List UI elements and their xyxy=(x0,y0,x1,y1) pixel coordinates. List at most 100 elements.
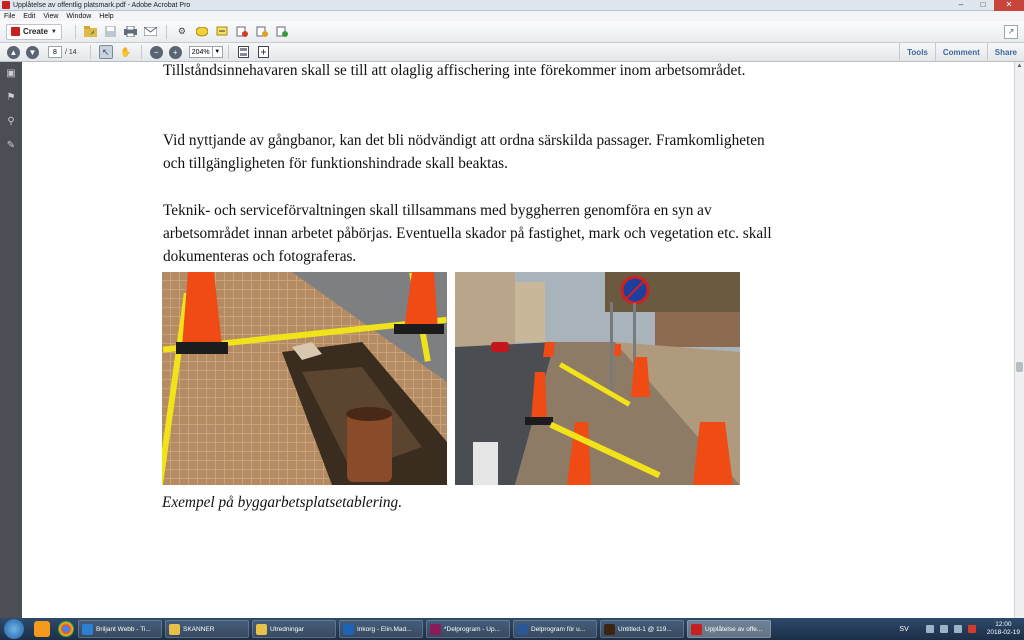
task-label: Upplåtelse av offe... xyxy=(705,625,763,633)
taskbar-item-outlook[interactable]: Inkorg - Elin.Mad... xyxy=(339,620,423,638)
taskbar-item-illustrator[interactable]: Untitled-1 @ 119... xyxy=(600,620,684,638)
fit-page-icon[interactable] xyxy=(257,45,271,59)
indesign-icon xyxy=(430,623,441,635)
maximize-button[interactable]: □ xyxy=(972,0,994,11)
save-icon[interactable] xyxy=(104,25,118,39)
outlook-icon xyxy=(343,623,354,635)
page-number-input[interactable]: 8 xyxy=(48,46,62,58)
zoom-out-button[interactable]: − xyxy=(149,45,163,59)
menu-help[interactable]: Help xyxy=(99,13,113,20)
toolbar-divider xyxy=(227,45,229,59)
title-bar: Upplåtelse av offentlig platsmark.pdf - … xyxy=(0,0,1024,11)
photo-street-cones xyxy=(455,272,740,485)
language-indicator[interactable]: SV xyxy=(899,626,908,633)
create-icon xyxy=(11,27,20,36)
taskbar-item-acrobat[interactable]: Upplåtelse av offe... xyxy=(687,620,771,638)
folder-icon xyxy=(256,623,267,635)
main-toolbar: Create ▼ ⚙ ↗ xyxy=(0,21,1024,43)
scroll-up-arrow-icon[interactable]: ▲ xyxy=(1015,62,1024,71)
navigation-pane: ▣ ⚑ ⚲ ✎ xyxy=(0,62,22,618)
zoom-dropdown-icon[interactable]: ▼ xyxy=(212,46,223,58)
task-label: Untitled-1 @ 119... xyxy=(618,625,672,633)
illustrator-icon xyxy=(604,623,615,635)
comment-bubble-icon[interactable] xyxy=(195,25,209,39)
scroll-thumb[interactable] xyxy=(1016,362,1023,372)
windows-taskbar: Briljant Webb - Ti... SKANNER Utredninga… xyxy=(0,618,1024,640)
settings-gear-icon[interactable]: ⚙ xyxy=(175,25,189,39)
media-player-pin-icon[interactable] xyxy=(34,621,50,637)
clock-date: 2018-02-19 xyxy=(986,629,1020,636)
network-icon[interactable] xyxy=(939,625,948,633)
task-label: SKANNER xyxy=(183,625,215,633)
panel-links: Tools Comment Share xyxy=(899,43,1024,62)
toolbar-divider xyxy=(140,45,142,59)
share-pane-link[interactable]: Share xyxy=(986,43,1024,62)
toolbar-divider xyxy=(89,45,91,59)
taskbar-item-folder-utredningar[interactable]: Utredningar xyxy=(252,620,336,638)
email-icon[interactable] xyxy=(144,25,158,39)
page-total: / 14 xyxy=(65,48,77,56)
task-label: Utredningar xyxy=(270,625,304,633)
signatures-icon[interactable]: ✎ xyxy=(5,140,17,152)
menu-edit[interactable]: Edit xyxy=(23,13,35,20)
start-button[interactable] xyxy=(4,619,24,639)
select-cursor-icon[interactable]: ↖ xyxy=(98,45,113,59)
close-button[interactable]: ✕ xyxy=(994,0,1024,11)
toolbar-divider xyxy=(74,24,76,39)
document-view[interactable]: Tillståndsinnehavaren skall se till att … xyxy=(22,62,1014,618)
figure-caption: Exempel på byggarbetsplatsetablering. xyxy=(162,494,403,511)
paragraph-1: Tillståndsinnehavaren skall se till att … xyxy=(163,62,746,79)
zoom-in-button[interactable]: + xyxy=(168,45,182,59)
taskbar-item-indesign[interactable]: *Delprogram - Up... xyxy=(426,620,510,638)
photo-sidewalk-excavation xyxy=(162,272,447,485)
clock[interactable]: 12:00 2018-02-19 xyxy=(987,621,1020,637)
navigation-toolbar: ▲ ▼ 8 / 14 ↖ ✋ − + 204% ▼ Tools Comment … xyxy=(0,43,1024,62)
volume-icon[interactable] xyxy=(953,625,962,633)
word-icon xyxy=(517,623,528,635)
tools-pane-link[interactable]: Tools xyxy=(899,43,935,62)
ie-icon xyxy=(82,623,93,635)
comment-pane-link[interactable]: Comment xyxy=(934,43,987,62)
highlight-icon[interactable] xyxy=(215,25,229,39)
bookmarks-icon[interactable]: ⚑ xyxy=(5,92,17,104)
fullscreen-icon[interactable]: ↗ xyxy=(1004,25,1018,39)
taskbar-item-word[interactable]: Delprogram för u... xyxy=(513,620,597,638)
menu-window[interactable]: Window xyxy=(66,13,91,20)
clock-time: 12:00 xyxy=(995,621,1012,628)
page-thumbnails-icon[interactable]: ▣ xyxy=(5,68,17,80)
previous-page-button[interactable]: ▲ xyxy=(7,45,20,59)
toolbar-divider xyxy=(165,24,167,39)
menu-bar: File Edit View Window Help xyxy=(0,11,1024,21)
vertical-scrollbar[interactable]: ▲ xyxy=(1014,62,1024,618)
zoom-level-input[interactable]: 204% xyxy=(188,46,213,58)
folder-icon xyxy=(169,623,180,635)
attach-file-icon[interactable] xyxy=(255,25,269,39)
open-folder-icon[interactable] xyxy=(84,25,98,39)
taskbar-item-ie[interactable]: Briljant Webb - Ti... xyxy=(78,620,162,638)
chevron-down-icon: ▼ xyxy=(50,28,57,35)
sign-icon[interactable] xyxy=(275,25,289,39)
task-label: Briljant Webb - Ti... xyxy=(96,625,151,633)
menu-view[interactable]: View xyxy=(43,13,58,20)
chrome-pin-icon[interactable] xyxy=(58,621,74,637)
taskbar-item-folder-skanner[interactable]: SKANNER xyxy=(165,620,249,638)
minimize-button[interactable]: – xyxy=(950,0,972,11)
paragraph-3: Teknik- och serviceförvaltningen skall t… xyxy=(163,202,772,265)
tray-arrow-icon[interactable] xyxy=(925,625,934,633)
scroll-mode-icon[interactable] xyxy=(237,45,251,59)
task-label: Inkorg - Elin.Mad... xyxy=(357,625,412,633)
task-label: Delprogram för u... xyxy=(531,625,586,633)
stamp-icon[interactable] xyxy=(235,25,249,39)
next-page-button[interactable]: ▼ xyxy=(26,45,39,59)
paragraph-2: Vid nyttjande av gångbanor, kan det bli … xyxy=(163,132,765,172)
hand-tool-icon[interactable]: ✋ xyxy=(119,45,133,59)
create-label: Create xyxy=(23,27,48,36)
window-title: Upplåtelse av offentlig platsmark.pdf - … xyxy=(13,1,191,9)
menu-file[interactable]: File xyxy=(4,13,15,20)
security-icon[interactable] xyxy=(967,625,976,633)
attachments-paperclip-icon[interactable]: ⚲ xyxy=(5,116,17,128)
window-controls: – □ ✕ xyxy=(950,0,1024,11)
create-button[interactable]: Create ▼ xyxy=(6,23,62,40)
task-label: *Delprogram - Up... xyxy=(444,625,500,633)
print-icon[interactable] xyxy=(124,25,138,39)
